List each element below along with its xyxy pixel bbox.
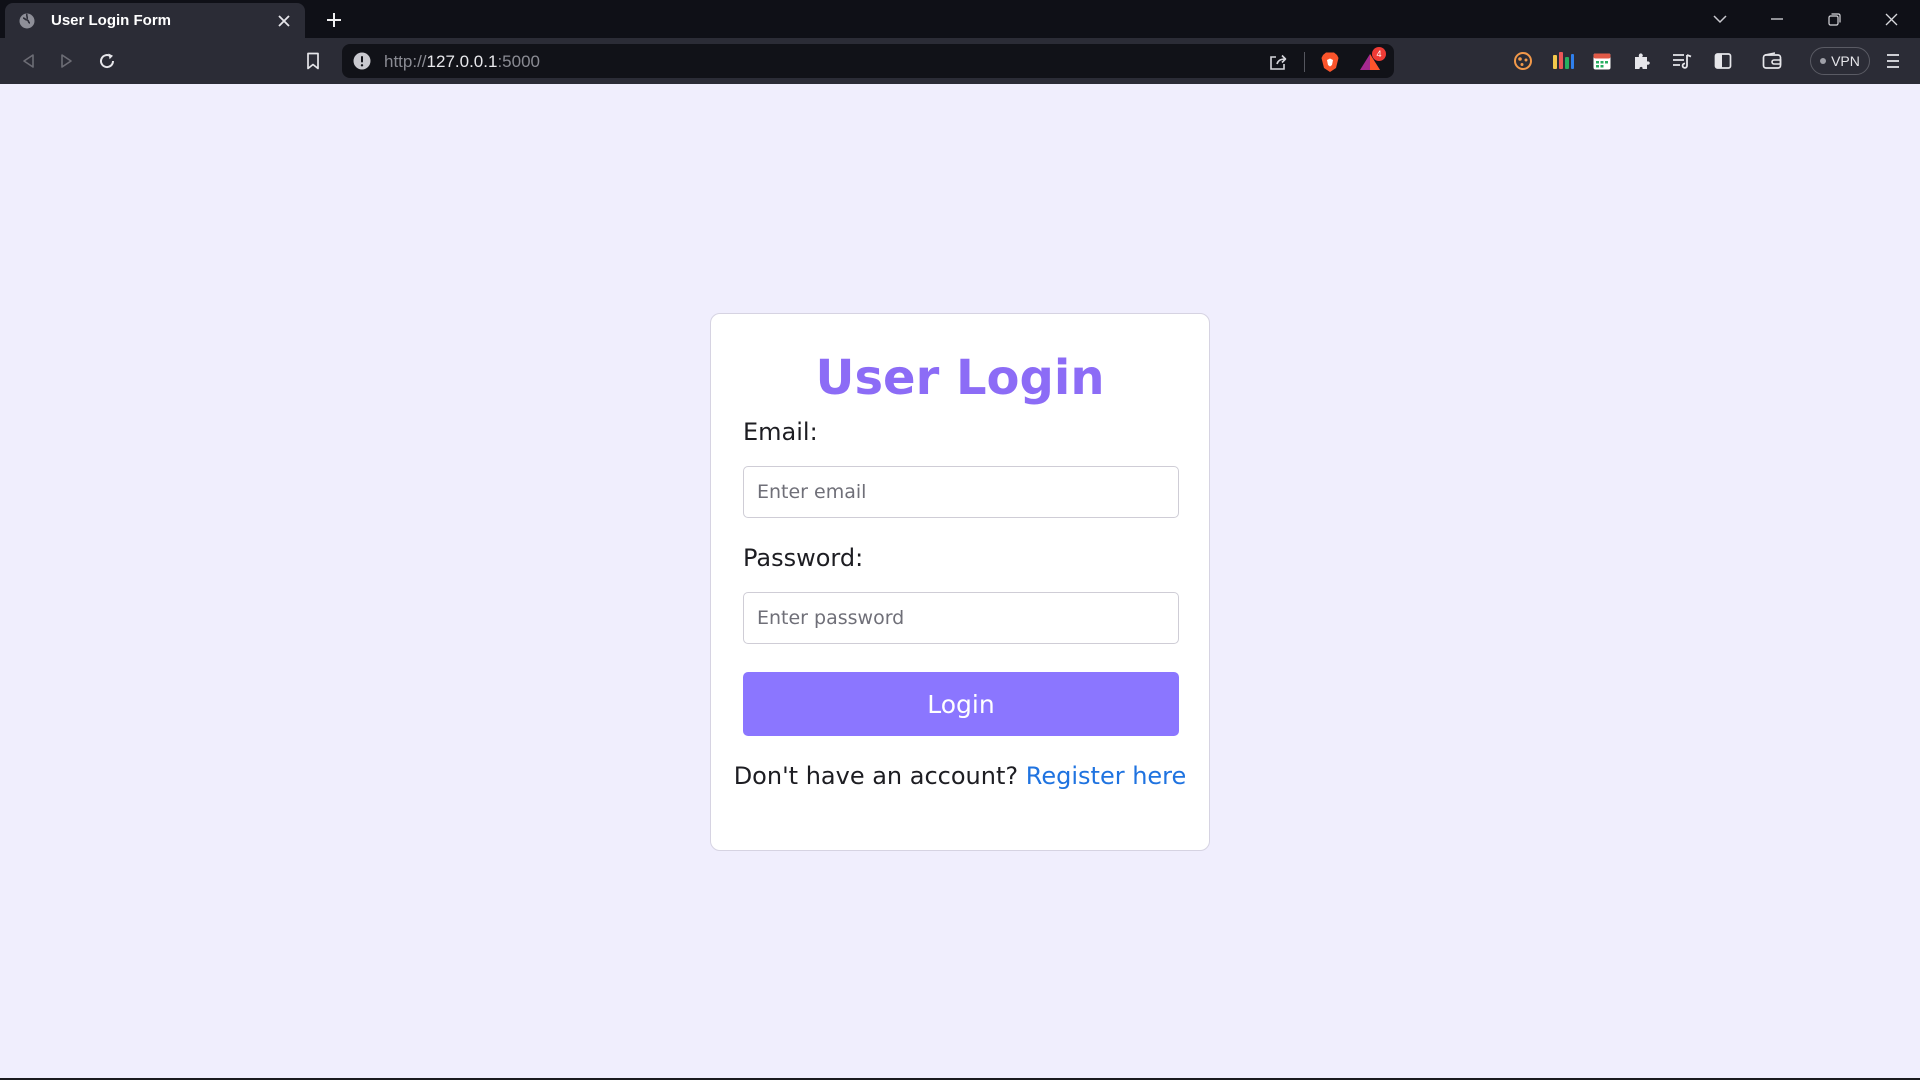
register-link[interactable]: Register here [1026,762,1187,790]
url-scheme: http:// [384,52,427,71]
globe-icon [17,11,37,31]
login-card: User Login Email: Password: Login Don't … [710,313,1210,851]
login-button[interactable]: Login [743,672,1179,736]
address-bar[interactable]: http://127.0.0.1:5000 4 [342,44,1394,78]
register-prompt: Don't have an account? Register here [711,762,1209,790]
page-viewport: User Login Email: Password: Login Don't … [0,84,1920,1078]
playlist-icon[interactable] [1667,46,1697,76]
email-field[interactable] [743,466,1179,518]
vpn-button[interactable]: VPN [1810,47,1870,75]
reload-icon[interactable] [92,46,122,76]
url-port: :5000 [497,52,540,71]
vpn-status-dot [1820,58,1827,64]
wallet-icon[interactable] [1757,46,1787,76]
back-icon[interactable] [13,46,43,76]
address-divider [1304,52,1305,72]
password-label: Password: [743,544,864,572]
site-info-icon[interactable] [352,51,372,71]
brave-rewards-icon[interactable]: 4 [1358,47,1386,74]
register-prompt-text: Don't have an account? [733,762,1019,790]
email-label: Email: [743,418,818,446]
vpn-label: VPN [1831,53,1860,69]
tab-strip: User Login Form [0,0,1920,38]
minimize-icon[interactable] [1749,0,1805,38]
browser-toolbar: http://127.0.0.1:5000 4 VPN [0,38,1920,84]
tab-title: User Login Form [51,12,172,29]
tab-user-login-form[interactable]: User Login Form [5,3,305,38]
close-tab-icon[interactable] [273,10,295,32]
restore-icon[interactable] [1806,0,1862,38]
share-icon[interactable] [1266,50,1290,74]
tab-search-icon[interactable] [1692,0,1748,38]
forward-icon[interactable] [52,46,82,76]
rewards-badge: 4 [1372,47,1386,61]
new-tab-button[interactable] [320,6,348,34]
extension-cookie-icon[interactable] [1508,46,1538,76]
menu-icon[interactable] [1878,46,1908,76]
page-title: User Login [815,350,1105,406]
extensions-puzzle-icon[interactable] [1627,46,1657,76]
brave-shields-icon[interactable] [1318,50,1342,74]
extension-bars-icon[interactable] [1548,46,1578,76]
password-field[interactable] [743,592,1179,644]
url-text[interactable]: http://127.0.0.1:5000 [384,52,540,72]
extension-calendar-icon[interactable] [1587,46,1617,76]
close-window-icon[interactable] [1863,0,1919,38]
sidebar-icon[interactable] [1708,46,1738,76]
url-host: 127.0.0.1 [426,52,498,71]
bookmark-icon[interactable] [298,46,328,76]
